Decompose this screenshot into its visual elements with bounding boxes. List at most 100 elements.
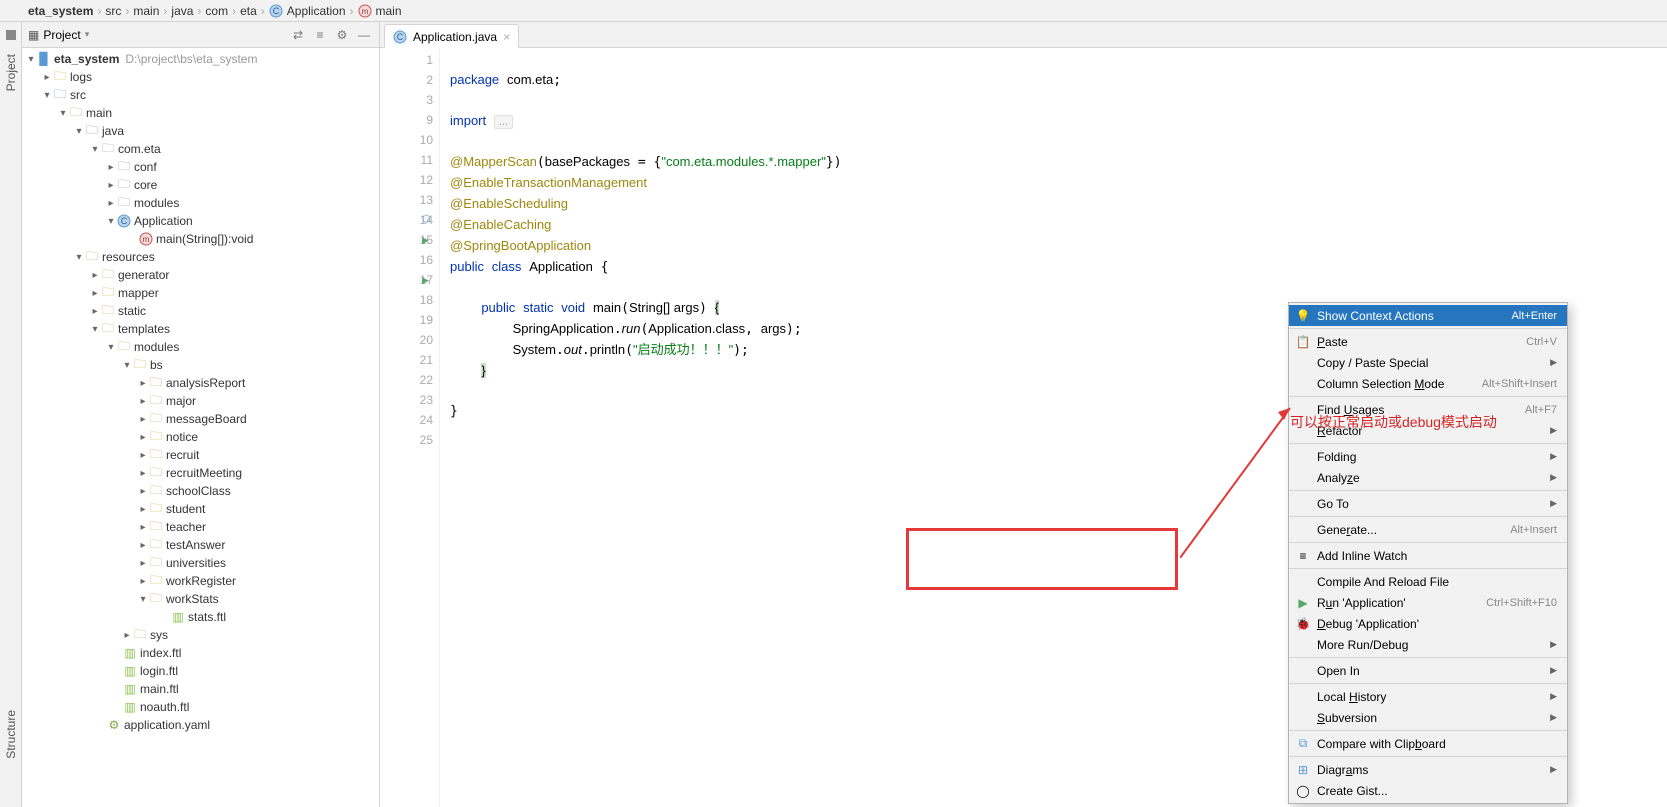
tree-index-ftl[interactable]: ▥index.ftl [22,644,379,662]
folder-icon: 🗀 [84,123,100,139]
tree-workRegister[interactable]: ▸🗀workRegister [22,572,379,590]
menu-goto[interactable]: Go To▶ [1289,493,1567,514]
menu-compare-clipboard[interactable]: ⧉Compare with Clipboard [1289,733,1567,754]
bc-src[interactable]: src [105,4,121,18]
menu-local-history[interactable]: Local History▶ [1289,686,1567,707]
menu-open-in[interactable]: Open In▶ [1289,660,1567,681]
menu-more-run-debug[interactable]: More Run/Debug▶ [1289,634,1567,655]
tree-universities[interactable]: ▸🗀universities [22,554,379,572]
tree-analysisReport[interactable]: ▸🗀analysisReport [22,374,379,392]
menu-diagrams[interactable]: ⊞Diagrams▶ [1289,759,1567,780]
gear-icon[interactable]: ⚙ [333,26,351,44]
rail-structure-tab[interactable]: Structure [2,702,20,767]
menu-run-application[interactable]: ▶Run 'Application'Ctrl+Shift+F10 [1289,592,1567,613]
tree-testAnswer[interactable]: ▸🗀testAnswer [22,536,379,554]
rail-icon[interactable] [6,30,16,40]
rail-project-tab[interactable]: Project [2,46,20,99]
close-tab-icon[interactable]: × [503,30,510,44]
chevron-right-icon: › [197,4,201,18]
tree-modules[interactable]: ▸🗀modules [22,194,379,212]
tree-logs[interactable]: ▸🗀logs [22,68,379,86]
ftl-icon: ▥ [122,681,138,697]
tree-java[interactable]: ▾🗀java [22,122,379,140]
bc-main[interactable]: main [133,4,159,18]
select-opened-icon[interactable]: ⇄ [289,26,307,44]
menu-create-gist[interactable]: ◯Create Gist... [1289,780,1567,801]
dropdown-icon[interactable]: ▾ [85,29,90,40]
editor-tab-label: Application.java [413,30,497,44]
tree-resources[interactable]: ▾🗀resources [22,248,379,266]
tree-static[interactable]: ▸🗀static [22,302,379,320]
menu-column-selection[interactable]: Column Selection ModeAlt+Shift+Insert [1289,373,1567,394]
tree-login-ftl[interactable]: ▥login.ftl [22,662,379,680]
folder-icon: 🗀 [148,411,164,427]
tree-conf[interactable]: ▸🗀conf [22,158,379,176]
menu-paste[interactable]: 📋PasteCtrl+V [1289,331,1567,352]
tree-app-yaml[interactable]: ⚙application.yaml [22,716,379,734]
tree-main[interactable]: ▾🗀main [22,104,379,122]
tree-schoolClass[interactable]: ▸🗀schoolClass [22,482,379,500]
menu-analyze[interactable]: Analyze▶ [1289,467,1567,488]
bulb-icon: 💡 [1295,309,1311,323]
menu-subversion[interactable]: Subversion▶ [1289,707,1567,728]
tree-src[interactable]: ▾🗀src [22,86,379,104]
menu-add-inline-watch[interactable]: ≡Add Inline Watch [1289,545,1567,566]
tree-application[interactable]: ▾CApplication [22,212,379,230]
folder-icon: 🗀 [100,285,116,301]
tree-t-modules[interactable]: ▾🗀modules [22,338,379,356]
menu-generate[interactable]: Generate...Alt+Insert [1289,519,1567,540]
bc-java[interactable]: java [171,4,193,18]
tree-stats-ftl[interactable]: ▥stats.ftl [22,608,379,626]
tree-sys[interactable]: ▸🗀sys [22,626,379,644]
menu-compile-reload[interactable]: Compile And Reload File [1289,571,1567,592]
collapse-all-icon[interactable]: ≡ [311,26,329,44]
chevron-right-icon: › [350,4,354,18]
project-tree[interactable]: ▾▉eta_systemD:\project\bs\eta_system ▸🗀l… [22,48,379,807]
breadcrumb: eta_system › src › main › java › com › e… [0,0,1667,22]
tree-messageBoard[interactable]: ▸🗀messageBoard [22,410,379,428]
tree-recruitMeeting[interactable]: ▸🗀recruitMeeting [22,464,379,482]
resources-icon: 🗀 [84,249,100,265]
tree-teacher[interactable]: ▸🗀teacher [22,518,379,536]
bc-root[interactable]: eta_system [28,4,93,18]
chevron-right-icon: › [125,4,129,18]
tree-generator[interactable]: ▸🗀generator [22,266,379,284]
tree-noauth-ftl[interactable]: ▥noauth.ftl [22,698,379,716]
bc-eta[interactable]: eta [240,4,257,18]
folder-icon: 🗀 [100,303,116,319]
tree-core[interactable]: ▸🗀core [22,176,379,194]
tree-recruit[interactable]: ▸🗀recruit [22,446,379,464]
tree-major[interactable]: ▸🗀major [22,392,379,410]
tree-main-ftl[interactable]: ▥main.ftl [22,680,379,698]
bc-application[interactable]: Application [287,4,346,18]
tree-workStats[interactable]: ▾🗀workStats [22,590,379,608]
class-icon: C [116,213,132,229]
tree-notice[interactable]: ▸🗀notice [22,428,379,446]
menu-debug-application[interactable]: 🐞Debug 'Application' [1289,613,1567,634]
tree-student[interactable]: ▸🗀student [22,500,379,518]
package-icon: 🗀 [116,159,132,175]
bc-com[interactable]: com [205,4,228,18]
menu-show-context-actions[interactable]: 💡Show Context ActionsAlt+Enter [1289,305,1567,326]
editor-tab-application[interactable]: C Application.java × [384,24,519,48]
run-gutter-icon[interactable]: ▶ [422,270,429,290]
tree-mapper[interactable]: ▸🗀mapper [22,284,379,302]
bc-method[interactable]: main [376,4,402,18]
menu-separator [1289,328,1567,329]
spring-icon[interactable]: ⬡ [422,210,431,230]
hide-icon[interactable]: — [355,26,373,44]
tree-root[interactable]: ▾▉eta_systemD:\project\bs\eta_system [22,50,379,68]
project-dropdown-icon[interactable]: ▦ [28,28,39,42]
tree-com-eta[interactable]: ▾🗀com.eta [22,140,379,158]
menu-folding[interactable]: Folding▶ [1289,446,1567,467]
run-gutter-icon[interactable]: ▶ [422,230,429,250]
folder-icon: 🗀 [148,555,164,571]
editor-tab-bar: C Application.java × [380,22,1667,48]
tree-templates[interactable]: ▾🗀templates [22,320,379,338]
menu-copy-paste-special[interactable]: Copy / Paste Special▶ [1289,352,1567,373]
editor-gutter[interactable]: 123910111213⬡14▶1516▶171819202122232425 [380,48,440,807]
project-panel-title[interactable]: Project [43,28,80,42]
svg-text:m: m [143,235,150,244]
tree-main-method[interactable]: mmain(String[]):void [22,230,379,248]
tree-bs[interactable]: ▾🗀bs [22,356,379,374]
